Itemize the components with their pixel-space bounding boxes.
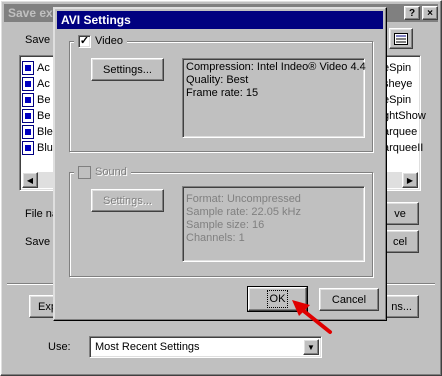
- avi-dialog-titlebar: AVI Settings: [57, 11, 383, 29]
- file-icon: [22, 61, 34, 75]
- save-dialog-close-button[interactable]: ×: [422, 6, 438, 20]
- avi-dialog-title: AVI Settings: [61, 13, 131, 27]
- list-item[interactable]: eSpin: [383, 92, 411, 108]
- file-icon: [22, 77, 34, 91]
- sound-checkbox-row[interactable]: Sound: [74, 165, 131, 179]
- annotation-arrow-icon: [292, 300, 332, 334]
- sound-checkbox[interactable]: [78, 165, 91, 179]
- list-item[interactable]: eSpin: [383, 60, 411, 76]
- video-frame-rate-text: Frame rate: 15: [186, 87, 259, 99]
- video-compression-text: Compression: Intel Indeo® Video 4.4: [186, 61, 366, 73]
- list-item[interactable]: Ac: [22, 60, 50, 76]
- list-item[interactable]: Be: [22, 108, 50, 124]
- list-item[interactable]: Blu: [22, 140, 53, 156]
- scroll-left-button[interactable]: ◀: [22, 172, 38, 188]
- list-item[interactable]: sheye: [383, 76, 412, 92]
- scroll-right-button[interactable]: ▶: [402, 172, 418, 188]
- avi-settings-dialog: AVI Settings × ✓ Video Settings... Compr…: [53, 7, 387, 321]
- sound-sample-rate-text: Sample rate: 22.05 kHz: [186, 206, 301, 218]
- details-view-button[interactable]: [389, 28, 413, 49]
- save-dialog-help-button[interactable]: ?: [404, 6, 420, 20]
- use-label: Use:: [48, 341, 71, 353]
- video-checkbox[interactable]: ✓: [78, 34, 91, 48]
- list-item[interactable]: ghtShow: [383, 108, 426, 124]
- sound-info-box: Format: Uncompressed Sample rate: 22.05 …: [182, 186, 365, 262]
- sound-checkbox-label: Sound: [95, 166, 127, 178]
- file-icon: [22, 125, 34, 139]
- details-view-icon: [394, 32, 408, 45]
- sound-format-text: Format: Uncompressed: [186, 193, 301, 205]
- sound-settings-button[interactable]: Settings...: [91, 189, 164, 212]
- list-item[interactable]: Ble: [22, 124, 53, 140]
- list-item[interactable]: arquee: [383, 124, 417, 140]
- file-icon: [22, 93, 34, 107]
- sound-channels-text: Channels: 1: [186, 232, 245, 244]
- list-item[interactable]: Ac: [22, 76, 50, 92]
- file-icon: [22, 141, 34, 155]
- save-in-label: Save: [25, 34, 51, 46]
- list-item[interactable]: arqueeII: [383, 140, 423, 156]
- sound-sample-size-text: Sample size: 16: [186, 219, 265, 231]
- file-icon: [22, 109, 34, 123]
- use-select-value: Most Recent Settings: [95, 341, 200, 353]
- video-checkbox-label: Video: [95, 35, 123, 47]
- list-item[interactable]: Be: [22, 92, 50, 108]
- video-settings-button[interactable]: Settings...: [91, 58, 164, 81]
- video-checkbox-row[interactable]: ✓ Video: [74, 34, 127, 48]
- video-quality-text: Quality: Best: [186, 74, 249, 86]
- chevron-down-icon[interactable]: ▼: [303, 339, 319, 355]
- video-info-box: Compression: Intel Indeo® Video 4.4 Qual…: [182, 58, 366, 138]
